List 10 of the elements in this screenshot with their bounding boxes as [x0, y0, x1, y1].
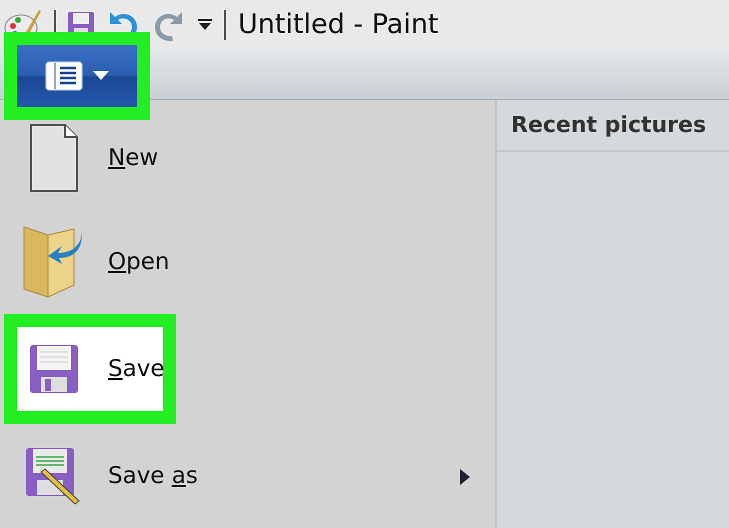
dropdown-arrow-icon[interactable]	[198, 18, 212, 31]
menu-item[interactable]: New	[4, 106, 484, 210]
recent-pictures-heading: Recent pictures	[497, 100, 729, 152]
menu-item[interactable]: Save as	[4, 424, 484, 528]
document-icon	[45, 60, 83, 91]
blank-page-icon	[29, 123, 79, 193]
caret-icon	[93, 71, 109, 80]
file-menu-button[interactable]	[4, 32, 150, 120]
menu-item[interactable]: Open	[4, 210, 484, 314]
window-title: Untitled - Paint	[238, 9, 439, 40]
